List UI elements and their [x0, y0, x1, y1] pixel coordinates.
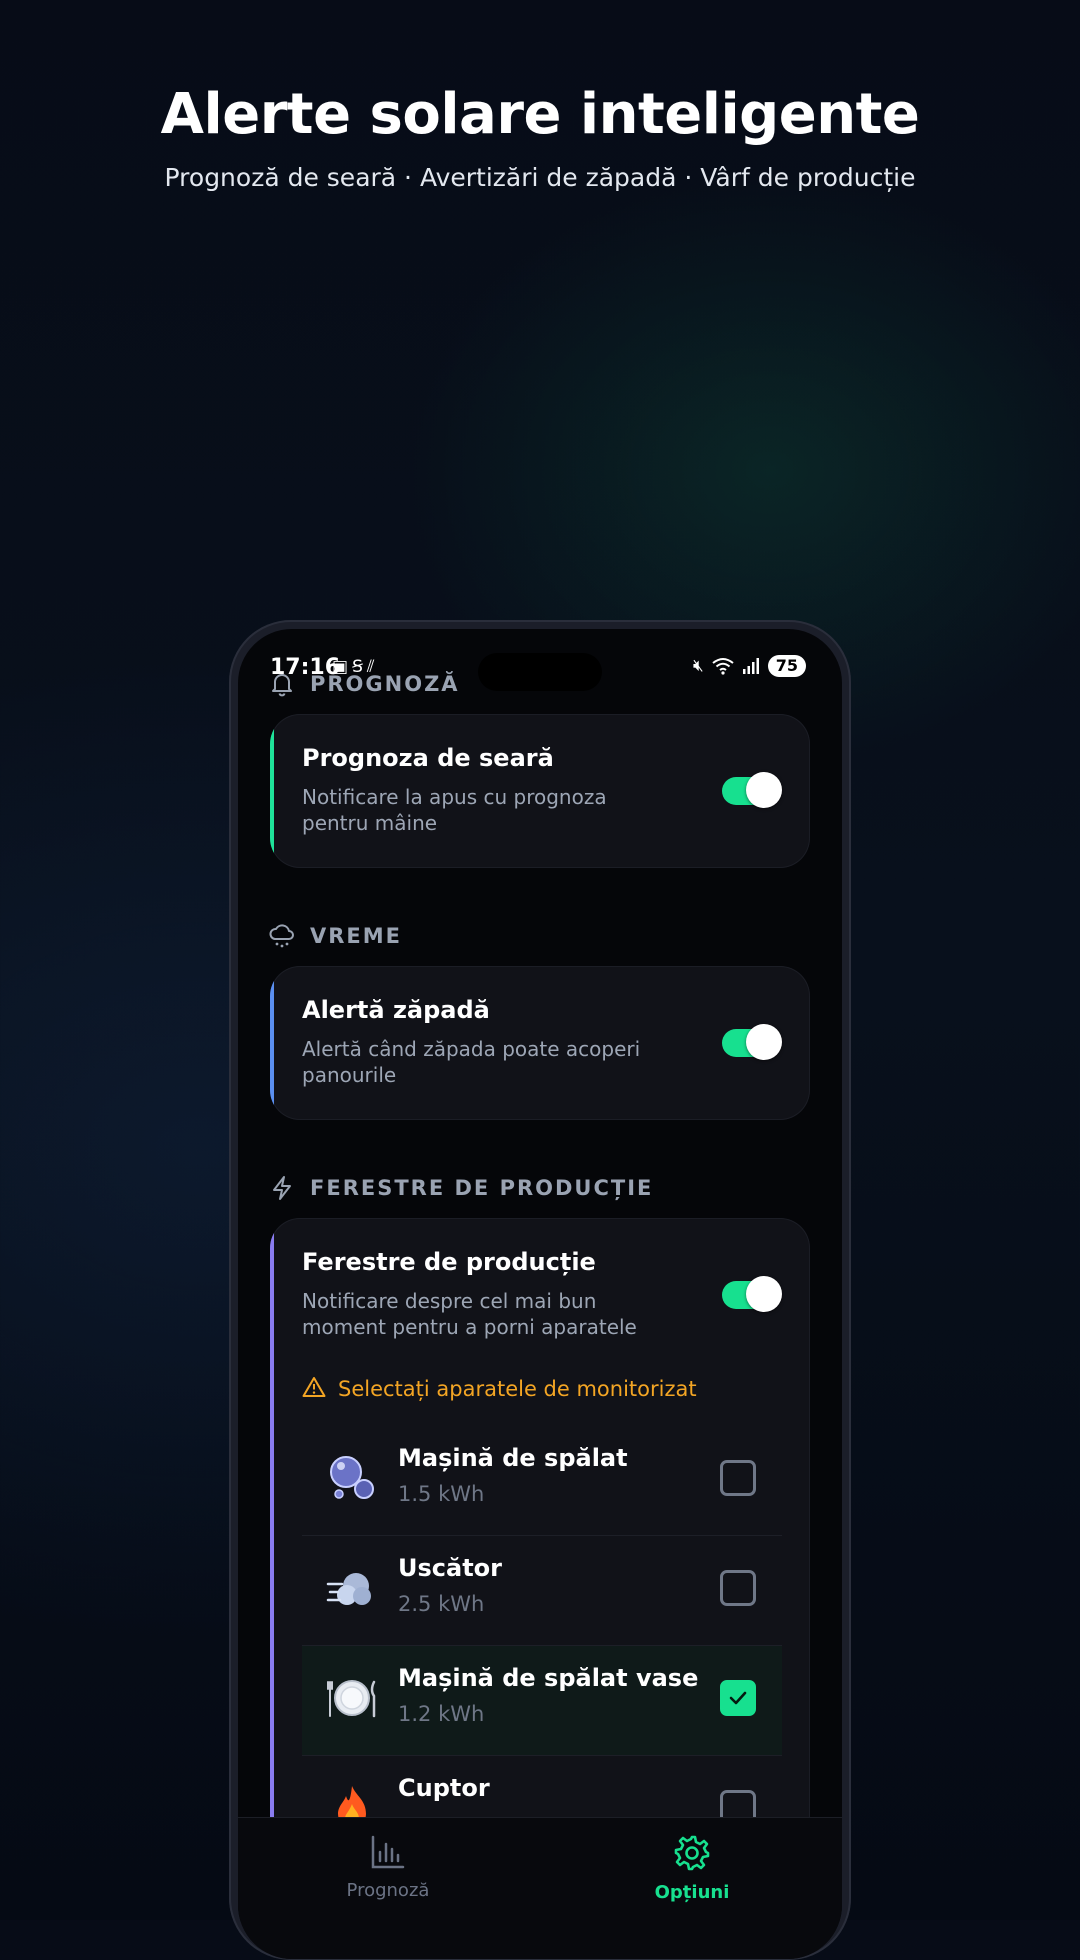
phone-screen: 17:16 ▣Ꞩ⫽ 🔇︎ 75 PROGNOZĂ Prognoza de sea…	[238, 629, 842, 1959]
card-description: Alertă când zăpada poate acoperi panouri…	[302, 1037, 641, 1087]
card-description: Notificare despre cel mai bun moment pen…	[302, 1289, 637, 1339]
nav-label: Opțiuni	[654, 1882, 730, 1903]
signal-icon	[742, 658, 759, 674]
snow-cloud-icon	[268, 922, 296, 950]
wifi-icon	[712, 658, 734, 675]
card-title: Prognoza de seară	[302, 744, 554, 772]
toggle-knob	[746, 772, 782, 808]
card-title: Alertă zăpadă	[302, 996, 490, 1024]
nav-label: Prognoză	[346, 1880, 430, 1901]
appliance-row-washing-machine[interactable]: Mașină de spălat 1.5 kWh	[302, 1426, 782, 1536]
production-toggle[interactable]	[722, 1276, 782, 1312]
mute-icon: 🔇︎	[693, 656, 704, 676]
section-weather: VREME	[268, 922, 402, 950]
appliance-row-dishwasher[interactable]: Mașină de spălat vase 1.2 kWh	[302, 1646, 782, 1756]
card-accent	[270, 714, 274, 868]
appliance-name: Mașină de spălat	[398, 1444, 628, 1472]
hero-subtitle: Prognoză de seară · Avertizări de zăpadă…	[164, 163, 916, 192]
appliance-checkbox[interactable]	[720, 1570, 756, 1606]
plate-icon	[326, 1672, 378, 1724]
appliance-row-dryer[interactable]: Uscător 2.5 kWh	[302, 1536, 782, 1646]
bottom-nav: Prognoză Opțiuni	[238, 1817, 842, 1959]
snow-alert-toggle[interactable]	[722, 1024, 782, 1060]
production-card: Ferestre de producție Notificare despre …	[270, 1218, 810, 1858]
appliance-list: Mașină de spălat 1.5 kWh Uscător 2.5 kWh	[302, 1426, 782, 1858]
warning-text: Selectați aparatele de monitorizat	[338, 1377, 697, 1401]
battery-icon: 75	[767, 655, 806, 677]
card-description: Notificare la apus cu prognoza pentru mâ…	[302, 785, 607, 835]
appliance-name: Uscător	[398, 1554, 502, 1582]
gear-icon	[674, 1835, 710, 1871]
camera-island	[478, 653, 602, 691]
forecast-toggle[interactable]	[722, 772, 782, 808]
section-label: PROGNOZĂ	[310, 672, 460, 696]
section-label: FERESTRE DE PRODUCȚIE	[310, 1176, 654, 1200]
battery-level: 75	[775, 656, 798, 675]
bar-chart-icon	[371, 1835, 405, 1869]
bell-icon	[268, 670, 296, 698]
appliance-kwh: 1.2 kWh	[398, 1702, 485, 1726]
warning-icon	[302, 1376, 326, 1402]
toggle-knob	[746, 1024, 782, 1060]
appliance-name: Cuptor	[398, 1774, 490, 1802]
hero-title: Alerte solare inteligente	[160, 82, 920, 147]
bubbles-icon	[326, 1452, 378, 1504]
appliance-kwh: 2.5 kWh	[398, 1592, 485, 1616]
nav-forecast[interactable]: Prognoză	[288, 1834, 488, 1901]
card-accent	[270, 1218, 274, 1858]
section-production: FERESTRE DE PRODUCȚIE	[268, 1174, 653, 1202]
appliance-checkbox[interactable]	[720, 1680, 756, 1716]
status-right-icons: 🔇︎ 75	[693, 655, 806, 677]
phone-frame: 17:16 ▣Ꞩ⫽ 🔇︎ 75 PROGNOZĂ Prognoza de sea…	[229, 620, 851, 1960]
wind-icon	[326, 1562, 378, 1614]
card-accent	[270, 966, 274, 1120]
section-forecast: PROGNOZĂ	[268, 670, 460, 698]
check-icon	[729, 1691, 747, 1705]
toggle-knob	[746, 1276, 782, 1312]
warning-message: Selectați aparatele de monitorizat	[302, 1376, 697, 1402]
section-label: VREME	[310, 924, 403, 948]
appliance-checkbox[interactable]	[720, 1460, 756, 1496]
snow-alert-card: Alertă zăpadă Alertă când zăpada poate a…	[270, 966, 810, 1120]
appliance-kwh: 1.5 kWh	[398, 1482, 485, 1506]
lightning-icon	[268, 1174, 296, 1202]
appliance-name: Mașină de spălat vase	[398, 1664, 699, 1692]
forecast-card: Prognoza de seară Notificare la apus cu …	[270, 714, 810, 868]
nav-options[interactable]: Opțiuni	[592, 1834, 792, 1903]
card-title: Ferestre de producție	[302, 1248, 596, 1276]
